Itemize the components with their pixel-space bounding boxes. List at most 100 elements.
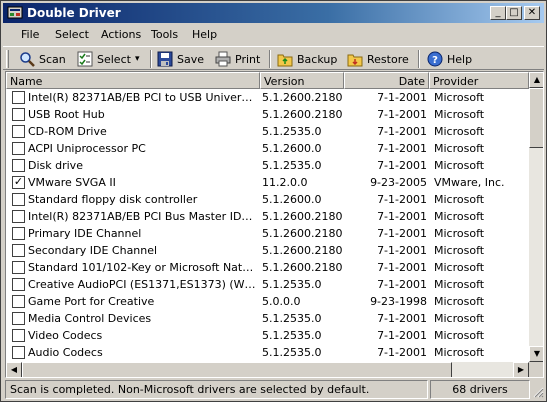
select-button[interactable]: Select ▾ xyxy=(77,50,139,68)
backup-folder-icon xyxy=(277,54,293,67)
driver-date: 7-1-2001 xyxy=(377,261,427,274)
toolbar-grip[interactable] xyxy=(6,50,9,68)
row-checkbox[interactable] xyxy=(12,125,25,138)
driver-date: 7-1-2001 xyxy=(377,227,427,240)
close-button[interactable]: ✕ xyxy=(524,6,540,20)
menu-actions[interactable]: Actions xyxy=(101,28,141,41)
driver-name: Intel(R) 82371AB/EB PCI to USB Universal… xyxy=(28,91,258,104)
row-checkbox[interactable] xyxy=(12,142,25,155)
driver-date: 7-1-2001 xyxy=(377,210,427,223)
scroll-left-button[interactable]: ◀ xyxy=(6,362,22,377)
driver-provider: Microsoft xyxy=(434,108,485,121)
table-row[interactable]: USB Root Hub 5.1.2600.2180 7-1-2001 Microso… xyxy=(6,106,529,123)
title-bar[interactable]: Double Driver _ □ ✕ xyxy=(3,3,544,23)
row-checkbox[interactable] xyxy=(12,278,25,291)
driver-version: 5.1.2600.2180 xyxy=(262,91,343,104)
driver-version: 5.1.2600.0 xyxy=(262,193,322,206)
horizontal-scrollbar[interactable]: ◀ ▶ xyxy=(6,362,529,377)
table-row[interactable]: ACPI Uniprocessor PC 5.1.2600.0 7-1-2001 Mi… xyxy=(6,140,529,157)
driver-version: 5.1.2535.0 xyxy=(262,278,322,291)
maximize-button[interactable]: □ xyxy=(506,6,522,20)
chevron-down-icon[interactable]: ▾ xyxy=(135,54,140,64)
scroll-up-button[interactable]: ▲ xyxy=(529,72,543,88)
column-header-provider[interactable]: Provider xyxy=(429,72,529,89)
horizontal-scroll-thumb[interactable] xyxy=(22,362,452,377)
driver-date: 7-1-2001 xyxy=(377,312,427,325)
driver-provider: Microsoft xyxy=(434,210,485,223)
list-rows: Intel(R) 82371AB/EB PCI to USB Universal… xyxy=(6,89,529,361)
restore-button[interactable]: Restore xyxy=(347,50,409,68)
scroll-down-button[interactable]: ▼ xyxy=(529,346,543,362)
driver-provider: Microsoft xyxy=(434,295,485,308)
minimize-button[interactable]: _ xyxy=(490,6,506,20)
svg-text:?: ? xyxy=(432,55,438,66)
select-label: Select xyxy=(97,52,131,66)
row-checkbox[interactable] xyxy=(12,210,25,223)
scan-label: Scan xyxy=(39,52,66,66)
resize-grip-icon[interactable] xyxy=(532,386,544,398)
save-button[interactable]: Save xyxy=(157,50,204,68)
backup-button[interactable]: Backup xyxy=(277,50,337,68)
driver-date: 9-23-2005 xyxy=(370,176,427,189)
row-checkbox[interactable] xyxy=(12,159,25,172)
driver-name: Media Control Devices xyxy=(28,312,152,325)
app-window: Double Driver _ □ ✕ File Select Actions … xyxy=(0,0,547,402)
column-header-version[interactable]: Version xyxy=(260,72,344,89)
row-checkbox[interactable] xyxy=(12,108,25,121)
table-row[interactable]: Primary IDE Channel 5.1.2600.2180 7-1-2001… xyxy=(6,225,529,242)
driver-date: 7-1-2001 xyxy=(377,329,427,342)
driver-version: 5.1.2535.0 xyxy=(262,346,322,359)
row-checkbox[interactable] xyxy=(12,227,25,240)
driver-name: Standard 101/102-Key or Microsoft Natura… xyxy=(28,261,258,274)
toolbar-separator xyxy=(418,50,420,68)
menu-select[interactable]: Select xyxy=(55,28,89,41)
vertical-scroll-thumb[interactable] xyxy=(529,88,543,148)
menu-help[interactable]: Help xyxy=(192,28,217,41)
table-row[interactable]: CD-ROM Drive 5.1.2535.0 7-1-2001 Microsoft xyxy=(6,123,529,140)
driver-version: 5.0.0.0 xyxy=(262,295,301,308)
restore-label: Restore xyxy=(367,52,409,66)
row-checkbox[interactable] xyxy=(12,91,25,104)
table-row[interactable]: ✓ VMware SVGA II 11.2.0.0 9-23-2005 VMware, … xyxy=(6,174,529,191)
row-checkbox[interactable] xyxy=(12,295,25,308)
table-row[interactable]: Intel(R) 82371AB/EB PCI to USB Universal… xyxy=(6,89,529,106)
scan-button[interactable]: Scan xyxy=(19,50,66,68)
toolbar: Scan Select ▾ Save Print Backup Restore … xyxy=(3,46,544,70)
vertical-scrollbar[interactable]: ▲ ▼ xyxy=(529,72,543,362)
table-row[interactable]: Standard 101/102-Key or Microsoft Natura… xyxy=(6,259,529,276)
help-button[interactable]: ? Help xyxy=(427,50,472,68)
table-row[interactable]: Video Codecs 5.1.2535.0 7-1-2001 Microsoft xyxy=(6,327,529,344)
table-row[interactable]: Standard floppy disk controller 5.1.2600.… xyxy=(6,191,529,208)
driver-date: 7-1-2001 xyxy=(377,159,427,172)
column-header-name[interactable]: Name xyxy=(6,72,260,89)
row-checkbox[interactable] xyxy=(12,244,25,257)
table-row[interactable]: Audio Codecs 5.1.2535.0 7-1-2001 Microsoft xyxy=(6,344,529,361)
row-checkbox[interactable] xyxy=(12,312,25,325)
driver-name: USB Root Hub xyxy=(28,108,105,121)
driver-date: 9-23-1998 xyxy=(370,295,427,308)
scroll-right-button[interactable]: ▶ xyxy=(513,362,529,377)
table-row[interactable]: Game Port for Creative 5.0.0.0 9-23-1998 Mi… xyxy=(6,293,529,310)
driver-version: 5.1.2535.0 xyxy=(262,312,322,325)
table-row[interactable]: Disk drive 5.1.2535.0 7-1-2001 Microsoft xyxy=(6,157,529,174)
driver-version: 5.1.2535.0 xyxy=(262,329,322,342)
column-header-date[interactable]: Date xyxy=(344,72,429,89)
row-checkbox[interactable] xyxy=(12,261,25,274)
row-checkbox[interactable] xyxy=(12,329,25,342)
menu-file[interactable]: File xyxy=(21,28,39,41)
toolbar-separator xyxy=(150,50,152,68)
row-checkbox[interactable] xyxy=(12,346,25,359)
table-row[interactable]: Secondary IDE Channel 5.1.2600.2180 7-1-20… xyxy=(6,242,529,259)
table-row[interactable]: Media Control Devices 5.1.2535.0 7-1-2001 M… xyxy=(6,310,529,327)
driver-name: VMware SVGA II xyxy=(28,176,116,189)
driver-provider: Microsoft xyxy=(434,329,485,342)
row-checkbox[interactable] xyxy=(12,193,25,206)
print-button[interactable]: Print xyxy=(215,50,260,68)
table-row[interactable]: Creative AudioPCI (ES1371,ES1373) (WDM) 5… xyxy=(6,276,529,293)
driver-name: Audio Codecs xyxy=(28,346,103,359)
menu-tools[interactable]: Tools xyxy=(151,28,178,41)
toolbar-separator xyxy=(269,50,271,68)
table-row[interactable]: Intel(R) 82371AB/EB PCI Bus Master IDE C… xyxy=(6,208,529,225)
row-checkbox[interactable]: ✓ xyxy=(12,176,25,189)
driver-list[interactable]: Name Version Date Provider Intel(R) 8237… xyxy=(5,71,544,378)
